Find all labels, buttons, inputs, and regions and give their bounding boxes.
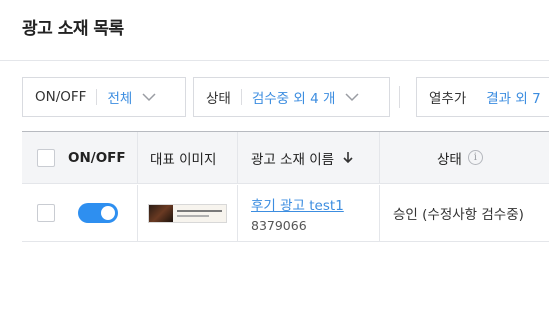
row-onoff-cell (78, 185, 118, 241)
filter-columns-value: 결과 외 7 (486, 91, 541, 107)
filter-onoff-dropdown[interactable]: ON/OFF 전체 (22, 77, 186, 117)
chevron-down-icon (345, 90, 359, 104)
onoff-toggle[interactable] (78, 203, 118, 223)
row-select-cell (37, 185, 55, 241)
thumbnail-photo (149, 204, 173, 222)
column-divider (137, 132, 138, 183)
header-name[interactable]: 광고 소재 이름 (251, 132, 353, 183)
toggle-knob (101, 206, 115, 220)
filter-columns-dropdown[interactable]: 열추가 결과 외 7 (416, 77, 549, 117)
column-divider (137, 185, 138, 241)
header-onoff: ON/OFF (68, 132, 126, 183)
row-checkbox[interactable] (37, 204, 55, 222)
title-divider (0, 60, 549, 61)
column-divider (237, 185, 238, 241)
header-image-label: 대표 이미지 (150, 151, 217, 168)
sort-arrow-down-icon[interactable] (343, 151, 353, 164)
column-divider (379, 185, 380, 241)
filter-status-value: 검수중 외 4 개 (251, 91, 336, 107)
filter-columns-label: 열추가 (429, 91, 467, 107)
table-row: 후기 광고 test1 8379066 승인 (수정사항 검수중) (22, 185, 549, 242)
filter-separator (240, 89, 242, 105)
thumbnail-line (177, 214, 209, 217)
status-text: 승인 (수정사항 검수중) (393, 207, 524, 223)
ad-id: 8379066 (251, 217, 307, 233)
column-divider (237, 132, 238, 183)
header-name-label: 광고 소재 이름 (251, 151, 335, 168)
thumbnail-line (177, 209, 222, 212)
header-image: 대표 이미지 (150, 132, 216, 183)
info-icon[interactable]: i (467, 150, 483, 165)
row-name-cell: 후기 광고 test1 8379066 (251, 185, 344, 241)
filter-onoff-value: 전체 (107, 91, 133, 107)
ad-name-link[interactable]: 후기 광고 test1 (251, 194, 344, 214)
table-header: ON/OFF 대표 이미지 광고 소재 이름 상태 i (22, 132, 549, 184)
header-status-label: 상태 (437, 151, 462, 168)
filter-onoff-label: ON/OFF (35, 89, 87, 105)
thumbnail-text-lines (173, 205, 226, 222)
row-status-cell: 승인 (수정사항 검수중) (393, 185, 524, 241)
filter-status-dropdown[interactable]: 상태 검수중 외 4 개 (193, 77, 390, 117)
header-status: 상태 i (437, 132, 483, 183)
row-image-cell (148, 185, 227, 241)
select-all-cell (37, 132, 55, 183)
filter-status-label: 상태 (206, 91, 231, 107)
page-title: 광고 소재 목록 (22, 19, 124, 39)
filter-separator (96, 89, 98, 105)
column-divider (379, 132, 380, 183)
chevron-down-icon (142, 90, 156, 104)
filter-group-divider (399, 86, 400, 108)
header-onoff-label: ON/OFF (68, 149, 126, 166)
ad-thumbnail-image[interactable] (148, 203, 227, 223)
select-all-checkbox[interactable] (37, 148, 55, 167)
